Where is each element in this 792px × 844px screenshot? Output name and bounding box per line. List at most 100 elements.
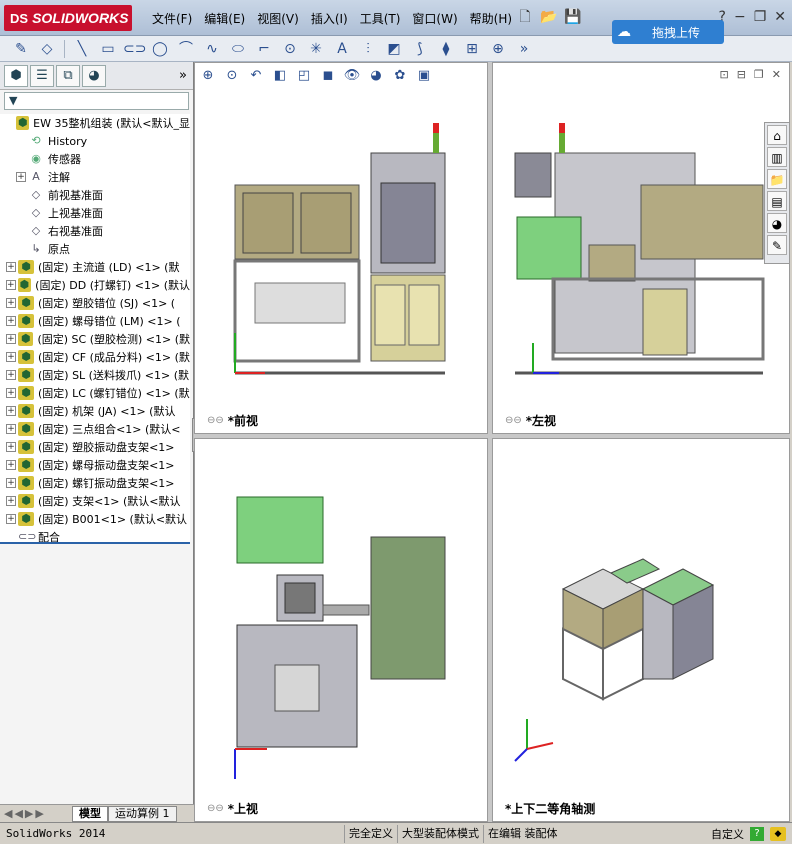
tree-item[interactable]: + ⬢ (固定) 支架<1> (默认<默认 xyxy=(0,492,190,510)
zoom-to-area-icon[interactable]: ⊙ xyxy=(223,67,241,85)
spline-icon[interactable]: ∿ xyxy=(201,39,223,59)
expand-icon[interactable]: + xyxy=(16,172,26,182)
tree-item[interactable]: + ⬢ (固定) CF (成品分料) <1> (默 xyxy=(0,348,190,366)
expand-icon[interactable]: + xyxy=(6,262,16,272)
file-explorer-icon[interactable]: 📁 xyxy=(767,169,787,189)
new-document-icon[interactable]: 🗋 xyxy=(516,8,534,26)
hide-show-icon[interactable]: 👁 xyxy=(343,67,361,85)
filter-icon[interactable]: ▼ xyxy=(4,92,189,110)
view-orientation-icon[interactable]: ◰ xyxy=(295,67,313,85)
menu-item[interactable]: 工具(T) xyxy=(354,10,407,27)
expand-icon[interactable]: + xyxy=(6,298,16,308)
view-palette-icon[interactable]: ▤ xyxy=(767,191,787,211)
horizontal-splitter[interactable] xyxy=(194,434,790,438)
expand-icon[interactable]: + xyxy=(6,514,16,524)
expand-icon[interactable]: + xyxy=(6,370,16,380)
tree-item[interactable]: + ⬢ (固定) 塑胶振动盘支架<1> xyxy=(0,438,190,456)
move-entities-icon[interactable]: ⊕ xyxy=(487,39,509,59)
fillet-icon[interactable]: ⌐ xyxy=(253,39,275,59)
tag-icon[interactable]: ◆ xyxy=(770,826,786,841)
point-icon[interactable]: ⊙ xyxy=(279,39,301,59)
tree-item[interactable]: + ⬢ (固定) 三点组合<1> (默认< xyxy=(0,420,190,438)
trim-icon[interactable]: ⫶ xyxy=(357,39,379,59)
home-icon[interactable]: ⌂ xyxy=(767,125,787,145)
expand-icon[interactable]: + xyxy=(6,352,16,362)
viewport-front[interactable]: ⊕ ⊙ ↶ ◧ ◰ ◼ 👁 ◕ ✿ ▣ ⊖⊖ *前视 xyxy=(194,62,488,434)
tree-item[interactable]: + ⬢ (固定) 螺母振动盘支架<1> xyxy=(0,456,190,474)
sketch-icon[interactable]: ✎ xyxy=(10,39,32,59)
open-folder-icon[interactable]: 📂 xyxy=(540,8,558,26)
expand-icon[interactable]: + xyxy=(6,334,16,344)
upload-button[interactable]: ☁ 拖拽上传 xyxy=(612,20,724,44)
previous-view-icon[interactable]: ↶ xyxy=(247,67,265,85)
tree-item[interactable]: + ⬢ (固定) SL (送料拨爪) <1> (默 xyxy=(0,366,190,384)
mirror-icon[interactable]: ⧫ xyxy=(435,39,457,59)
tree-item[interactable]: + ⬢ (固定) B001<1> (默认<默认 xyxy=(0,510,190,528)
smart-dimension-icon[interactable]: ◇ xyxy=(36,39,58,59)
viewport-left[interactable]: ⊡ ⊟ ❐ ✕ ⊖⊖ *左视 xyxy=(492,62,790,434)
display-manager-tab-icon[interactable]: ◕ xyxy=(82,64,106,87)
configuration-manager-tab-icon[interactable]: ⧉ xyxy=(56,64,80,87)
rectangle-icon[interactable]: ▭ xyxy=(97,39,119,59)
view-settings-icon[interactable]: ▣ xyxy=(415,67,433,85)
menu-item[interactable]: 编辑(E) xyxy=(198,10,251,27)
tree-item[interactable]: ⟲ History xyxy=(0,132,190,150)
expand-icon[interactable]: + xyxy=(6,442,16,452)
expand-icon[interactable]: + xyxy=(6,460,16,470)
tab-motion-study[interactable]: 运动算例 1 xyxy=(108,805,177,822)
circle-icon[interactable]: ◯ xyxy=(149,39,171,59)
save-icon[interactable]: 💾 xyxy=(564,8,582,26)
help-icon[interactable]: ? xyxy=(750,826,764,841)
more-tabs-icon[interactable]: » xyxy=(179,68,187,83)
tree-item[interactable]: + ⬢ (固定) 塑胶错位 (SJ) <1> ( xyxy=(0,294,190,312)
viewport-isometric[interactable]: *上下二等角轴测 xyxy=(492,438,790,822)
menu-item[interactable]: 帮助(H) xyxy=(464,10,518,27)
tree-item[interactable]: + ⬢ (固定) DD (打螺钉) <1> (默认 xyxy=(0,276,190,294)
tree-item[interactable]: + ⬢ (固定) 螺钉振动盘支架<1> xyxy=(0,474,190,492)
appearances-icon[interactable]: ◕ xyxy=(767,213,787,233)
tree-item[interactable]: ⬢ EW 35整机组装 (默认<默认_显 xyxy=(0,114,190,132)
section-view-icon[interactable]: ◧ xyxy=(271,67,289,85)
menu-item[interactable]: 视图(V) xyxy=(251,10,305,27)
expand-icon[interactable]: + xyxy=(6,388,16,398)
menu-item[interactable]: 文件(F) xyxy=(146,10,198,27)
viewport-top[interactable]: ⊖⊖ *上视 xyxy=(194,438,488,822)
vertical-splitter[interactable] xyxy=(488,62,492,822)
tab-model[interactable]: 模型 xyxy=(72,805,108,822)
expand-icon[interactable]: + xyxy=(6,316,16,326)
display-style-icon[interactable]: ◼ xyxy=(319,67,337,85)
tree-item[interactable]: ◉ 传感器 xyxy=(0,150,190,168)
arc-icon[interactable]: ⌒ xyxy=(175,39,197,59)
tab-nav-arrows[interactable]: ◀◀▶▶ xyxy=(0,807,72,820)
menu-item[interactable]: 窗口(W) xyxy=(406,10,463,27)
expand-icon[interactable]: + xyxy=(6,478,16,488)
tree-item[interactable]: + ⬢ (固定) SC (塑胶检测) <1> (默 xyxy=(0,330,190,348)
tree-item[interactable]: ◇ 上视基准面 xyxy=(0,204,190,222)
expand-icon[interactable]: + xyxy=(6,496,16,506)
tree-item[interactable]: ↳ 原点 xyxy=(0,240,190,258)
tree-item[interactable]: + ⬢ (固定) 主流道 (LD) <1> (默 xyxy=(0,258,190,276)
linear-pattern-icon[interactable]: ⊞ xyxy=(461,39,483,59)
appearance-icon[interactable]: ◕ xyxy=(367,67,385,85)
close-icon[interactable]: ✕ xyxy=(774,9,786,25)
tree-item[interactable]: ◇ 右视基准面 xyxy=(0,222,190,240)
tree-item[interactable]: + ⬢ (固定) 机架 (JA) <1> (默认 xyxy=(0,402,190,420)
expand-icon[interactable]: + xyxy=(6,406,16,416)
text-icon[interactable]: A xyxy=(331,39,353,59)
expand-icon[interactable]: + xyxy=(6,424,16,434)
tree-item[interactable]: + ⬢ (固定) LC (螺钉错位) <1> (默 xyxy=(0,384,190,402)
link-views-icon[interactable]: ⊡ xyxy=(719,68,728,81)
convert-entities-icon[interactable]: ◩ xyxy=(383,39,405,59)
minimize-icon[interactable]: − xyxy=(734,9,746,25)
close-view-icon[interactable]: ✕ xyxy=(772,68,781,81)
tree-item[interactable]: + ⬢ (固定) 螺母错位 (LM) <1> ( xyxy=(0,312,190,330)
feature-manager-tab-icon[interactable]: ⬢ xyxy=(4,64,28,87)
scene-icon[interactable]: ✿ xyxy=(391,67,409,85)
custom-properties-icon[interactable]: ✎ xyxy=(767,235,787,255)
centerline-icon[interactable]: ✳ xyxy=(305,39,327,59)
more-tools-icon[interactable]: » xyxy=(513,39,535,59)
zoom-to-fit-icon[interactable]: ⊕ xyxy=(199,67,217,85)
unit-system[interactable]: 自定义 xyxy=(711,826,744,842)
restore-icon[interactable]: ❐ xyxy=(754,9,767,25)
expand-icon[interactable]: + xyxy=(6,280,16,290)
